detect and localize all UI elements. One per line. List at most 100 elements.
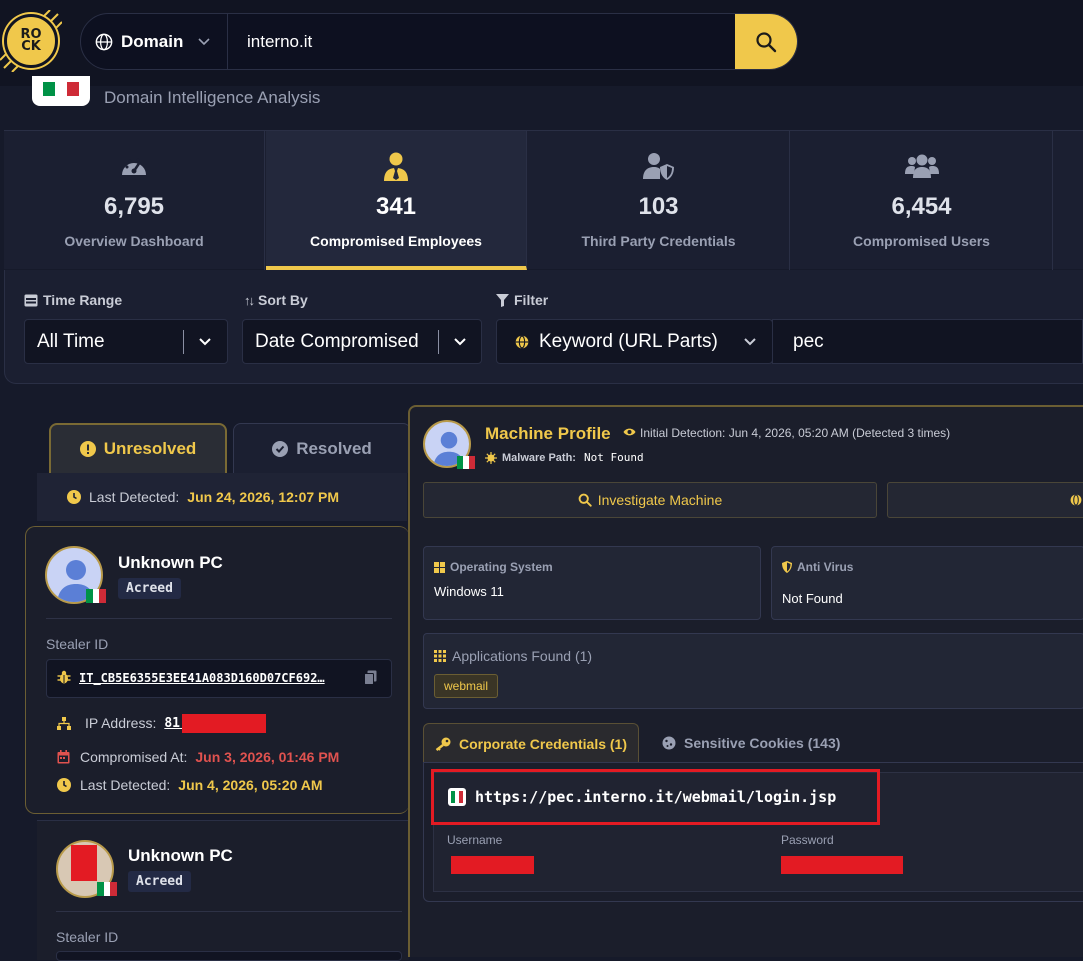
search-icon [756, 31, 777, 52]
password-label: Password [781, 833, 834, 847]
user-shield-icon [642, 153, 674, 180]
last-detected-row: Last Detected: Jun 4, 2026, 05:20 AM [57, 777, 323, 793]
divider [56, 911, 402, 912]
tab-sensitive-cookies[interactable]: Sensitive Cookies (143) [646, 723, 856, 763]
malware-path-value: Not Found [584, 451, 644, 464]
tab-corporate-credentials[interactable]: Corporate Credentials (1) [423, 723, 639, 763]
stat-value: 6,454 [891, 193, 952, 220]
cookie-icon [662, 736, 676, 750]
initial-detection: Initial Detection: Jun 4, 2026, 05:20 AM… [640, 426, 951, 440]
search-type-select[interactable]: Domain [81, 14, 228, 69]
exclamation-circle-icon [79, 441, 96, 457]
source-badge: Acreed [128, 871, 191, 892]
copy-icon[interactable] [364, 670, 377, 685]
funnel-icon [496, 293, 509, 307]
stat-label: Compromised Employees [310, 233, 482, 249]
malware-path-label: Malware Path: [502, 452, 576, 464]
filter-type-value: Keyword (URL Parts) [539, 330, 718, 352]
filter-keyword-value: pec [793, 330, 824, 352]
grid-icon [434, 650, 446, 662]
globe-icon [515, 334, 529, 349]
italy-flag-icon [97, 882, 118, 896]
divider [46, 618, 392, 619]
stealer-id-box [56, 951, 402, 961]
os-label: Operating System [450, 560, 553, 574]
stat-label: Overview Dashboard [64, 233, 204, 249]
logo-text-2: CK [21, 39, 41, 54]
search-icon [578, 493, 592, 507]
stat-overview-dashboard[interactable]: 6,795 Overview Dashboard [4, 131, 265, 270]
antivirus-label: Anti Virus [797, 560, 854, 574]
previous-card-last-detected: Last Detected: Jun 24, 2026, 12:07 PM [37, 473, 407, 521]
virus-icon [485, 452, 497, 464]
stat-value: 341 [375, 193, 417, 220]
applications-box: Applications Found (1) webmail [423, 633, 1083, 709]
compromised-at-row: Compromised At: Jun 3, 2026, 01:46 PM [57, 749, 339, 765]
redaction-bar [71, 845, 97, 881]
italy-flag-icon [86, 589, 107, 603]
os-info-box: Operating System Windows 11 [423, 546, 761, 620]
chevron-down-icon [744, 338, 756, 346]
italy-flag-icon [457, 456, 475, 469]
secondary-action-button[interactable] [887, 482, 1083, 518]
search-type-label: Domain [121, 31, 184, 51]
source-badge: Acreed [118, 578, 181, 599]
chevron-down-icon [454, 338, 466, 346]
globe-icon [1070, 494, 1082, 506]
stealer-id-label: Stealer ID [46, 636, 109, 652]
investigate-machine-button[interactable]: Investigate Machine [423, 482, 877, 518]
username-label: Username [447, 833, 503, 847]
domain-search-input[interactable] [228, 14, 735, 69]
eye-icon [623, 428, 636, 436]
bug-icon [57, 670, 71, 684]
chevron-down-icon [198, 37, 210, 45]
filter-type-select[interactable]: Keyword (URL Parts) [496, 319, 773, 364]
sort-by-label: ↑↓ Sort By [244, 292, 308, 308]
stat-value: 6,795 [103, 193, 165, 220]
time-range-value: All Time [37, 330, 105, 352]
sort-by-value: Date Compromised [255, 330, 419, 352]
chevron-down-icon [199, 338, 211, 346]
page-subtitle: Domain Intelligence Analysis [104, 88, 321, 107]
network-icon [57, 716, 71, 730]
applications-label: Applications Found (1) [452, 648, 593, 664]
time-range-select[interactable]: All Time [24, 319, 228, 364]
domain-flag-icon [32, 76, 90, 106]
key-icon [435, 737, 451, 751]
calendar-icon [57, 750, 70, 764]
machine-profile-title: Machine Profile [485, 424, 611, 443]
sort-arrows-icon: ↑↓ [244, 292, 255, 308]
sort-by-select[interactable]: Date Compromised [242, 319, 482, 364]
stat-label: Third Party Credentials [581, 233, 736, 249]
check-circle-icon [272, 440, 289, 457]
gauge-icon [122, 158, 146, 175]
stats-row: 6,795 Overview Dashboard 341 Compromised… [4, 130, 1083, 270]
clock-icon [57, 778, 71, 792]
antivirus-value: Not Found [782, 591, 843, 606]
credential-url[interactable]: https://pec.interno.it/webmail/login.jsp [475, 788, 836, 806]
ip-address-row: IP Address: 81. [57, 715, 188, 731]
search-button[interactable] [735, 14, 797, 69]
stat-third-party-credentials[interactable]: 103 Third Party Credentials [528, 131, 790, 270]
stat-compromised-users[interactable]: 6,454 Compromised Users [791, 131, 1053, 270]
stealer-id-label: Stealer ID [56, 929, 119, 945]
credential-url-highlight: https://pec.interno.it/webmail/login.jsp [431, 769, 880, 825]
user-tie-icon [384, 152, 408, 181]
stat-label: Compromised Users [853, 233, 990, 249]
tab-unresolved[interactable]: Unresolved [49, 423, 227, 473]
windows-icon [434, 561, 445, 573]
antivirus-info-box: Anti Virus Not Found [771, 546, 1083, 620]
calendar-table-icon [24, 294, 38, 306]
time-range-label: Time Range [24, 292, 122, 308]
password-redaction-bar [781, 856, 903, 874]
filter-keyword-input[interactable]: pec [772, 319, 1083, 364]
application-tag[interactable]: webmail [434, 674, 499, 698]
redaction-bar [182, 714, 266, 733]
users-icon [904, 154, 939, 178]
clock-icon [67, 490, 81, 504]
stat-value: 103 [638, 193, 679, 220]
stealer-id-link[interactable]: IT_CB5E6355E3EE41A083D160D07CF692… [79, 671, 325, 685]
rock-logo[interactable]: RO CK [4, 14, 58, 68]
stat-compromised-employees[interactable]: 341 Compromised Employees [266, 131, 527, 270]
tab-resolved[interactable]: Resolved [233, 423, 411, 473]
